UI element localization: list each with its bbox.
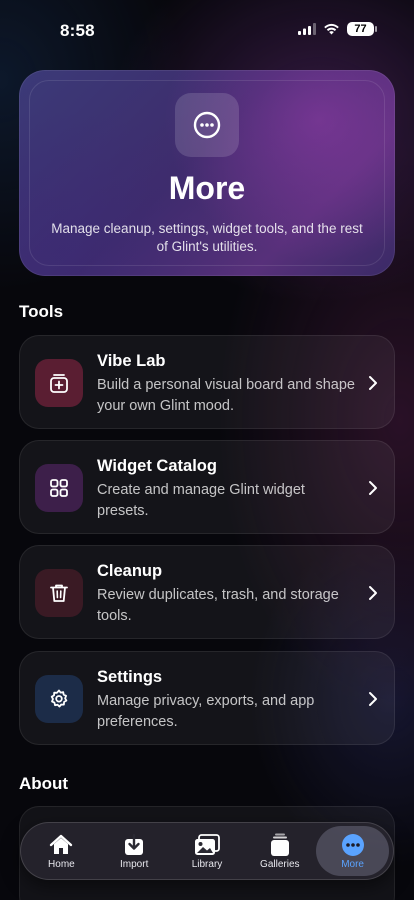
tab-home[interactable]: Home xyxy=(25,826,98,876)
wifi-icon xyxy=(324,23,339,35)
tool-card-vibe-lab[interactable]: Vibe Lab Build a personal visual board a… xyxy=(19,335,395,429)
tool-card-cleanup[interactable]: Cleanup Review duplicates, trash, and st… xyxy=(19,545,395,639)
tool-title: Vibe Lab xyxy=(97,352,166,370)
galleries-icon xyxy=(267,833,293,857)
more-icon xyxy=(340,833,366,857)
cellular-signal-icon xyxy=(298,23,316,35)
tab-label: Import xyxy=(120,858,149,870)
tool-description: Build a personal visual board and shape … xyxy=(97,377,355,414)
chevron-right-icon xyxy=(369,692,377,706)
tool-description: Manage privacy, exports, and app prefere… xyxy=(97,693,315,730)
status-icons: 77 xyxy=(298,22,377,36)
tool-card-widget-catalog[interactable]: Widget Catalog Create and manage Glint w… xyxy=(19,440,395,534)
tool-card-settings[interactable]: Settings Manage privacy, exports, and ap… xyxy=(19,651,395,745)
tab-label: Library xyxy=(191,858,223,870)
ellipsis-circle-icon xyxy=(175,93,239,157)
status-time: 8:58 xyxy=(60,21,95,40)
tab-label: Home xyxy=(48,858,75,870)
gear-icon xyxy=(35,675,83,723)
tool-title: Cleanup xyxy=(97,562,163,580)
tool-description: Review duplicates, trash, and storage to… xyxy=(97,587,339,624)
tab-library[interactable]: Library xyxy=(171,826,244,876)
status-bar: 8:58 77 xyxy=(0,0,414,56)
tab-label: More xyxy=(341,858,364,870)
trash-icon xyxy=(35,569,83,617)
tab-more[interactable]: More xyxy=(316,826,389,876)
page-description: Manage cleanup, settings, widget tools, … xyxy=(51,221,363,254)
chevron-right-icon xyxy=(369,376,377,390)
battery-indicator: 77 xyxy=(347,22,377,36)
tool-title: Widget Catalog xyxy=(97,457,217,475)
section-title-about: About xyxy=(19,774,69,793)
tab-galleries[interactable]: Galleries xyxy=(243,826,316,876)
tab-label: Galleries xyxy=(260,858,300,870)
section-title-tools: Tools xyxy=(19,302,64,321)
photo-plus-icon xyxy=(35,359,83,407)
chevron-right-icon xyxy=(369,586,377,600)
tool-description: Create and manage Glint widget presets. xyxy=(97,482,305,519)
home-icon xyxy=(48,833,74,857)
page-title: More xyxy=(168,170,246,206)
tool-title: Settings xyxy=(97,668,163,686)
photos-icon xyxy=(194,833,220,857)
tab-bar: Home Import Library Galleries More xyxy=(20,822,394,880)
import-icon xyxy=(121,833,147,857)
tab-import[interactable]: Import xyxy=(98,826,171,876)
grid-icon xyxy=(35,464,83,512)
chevron-right-icon xyxy=(369,481,377,495)
hero-card: More Manage cleanup, settings, widget to… xyxy=(19,70,395,276)
